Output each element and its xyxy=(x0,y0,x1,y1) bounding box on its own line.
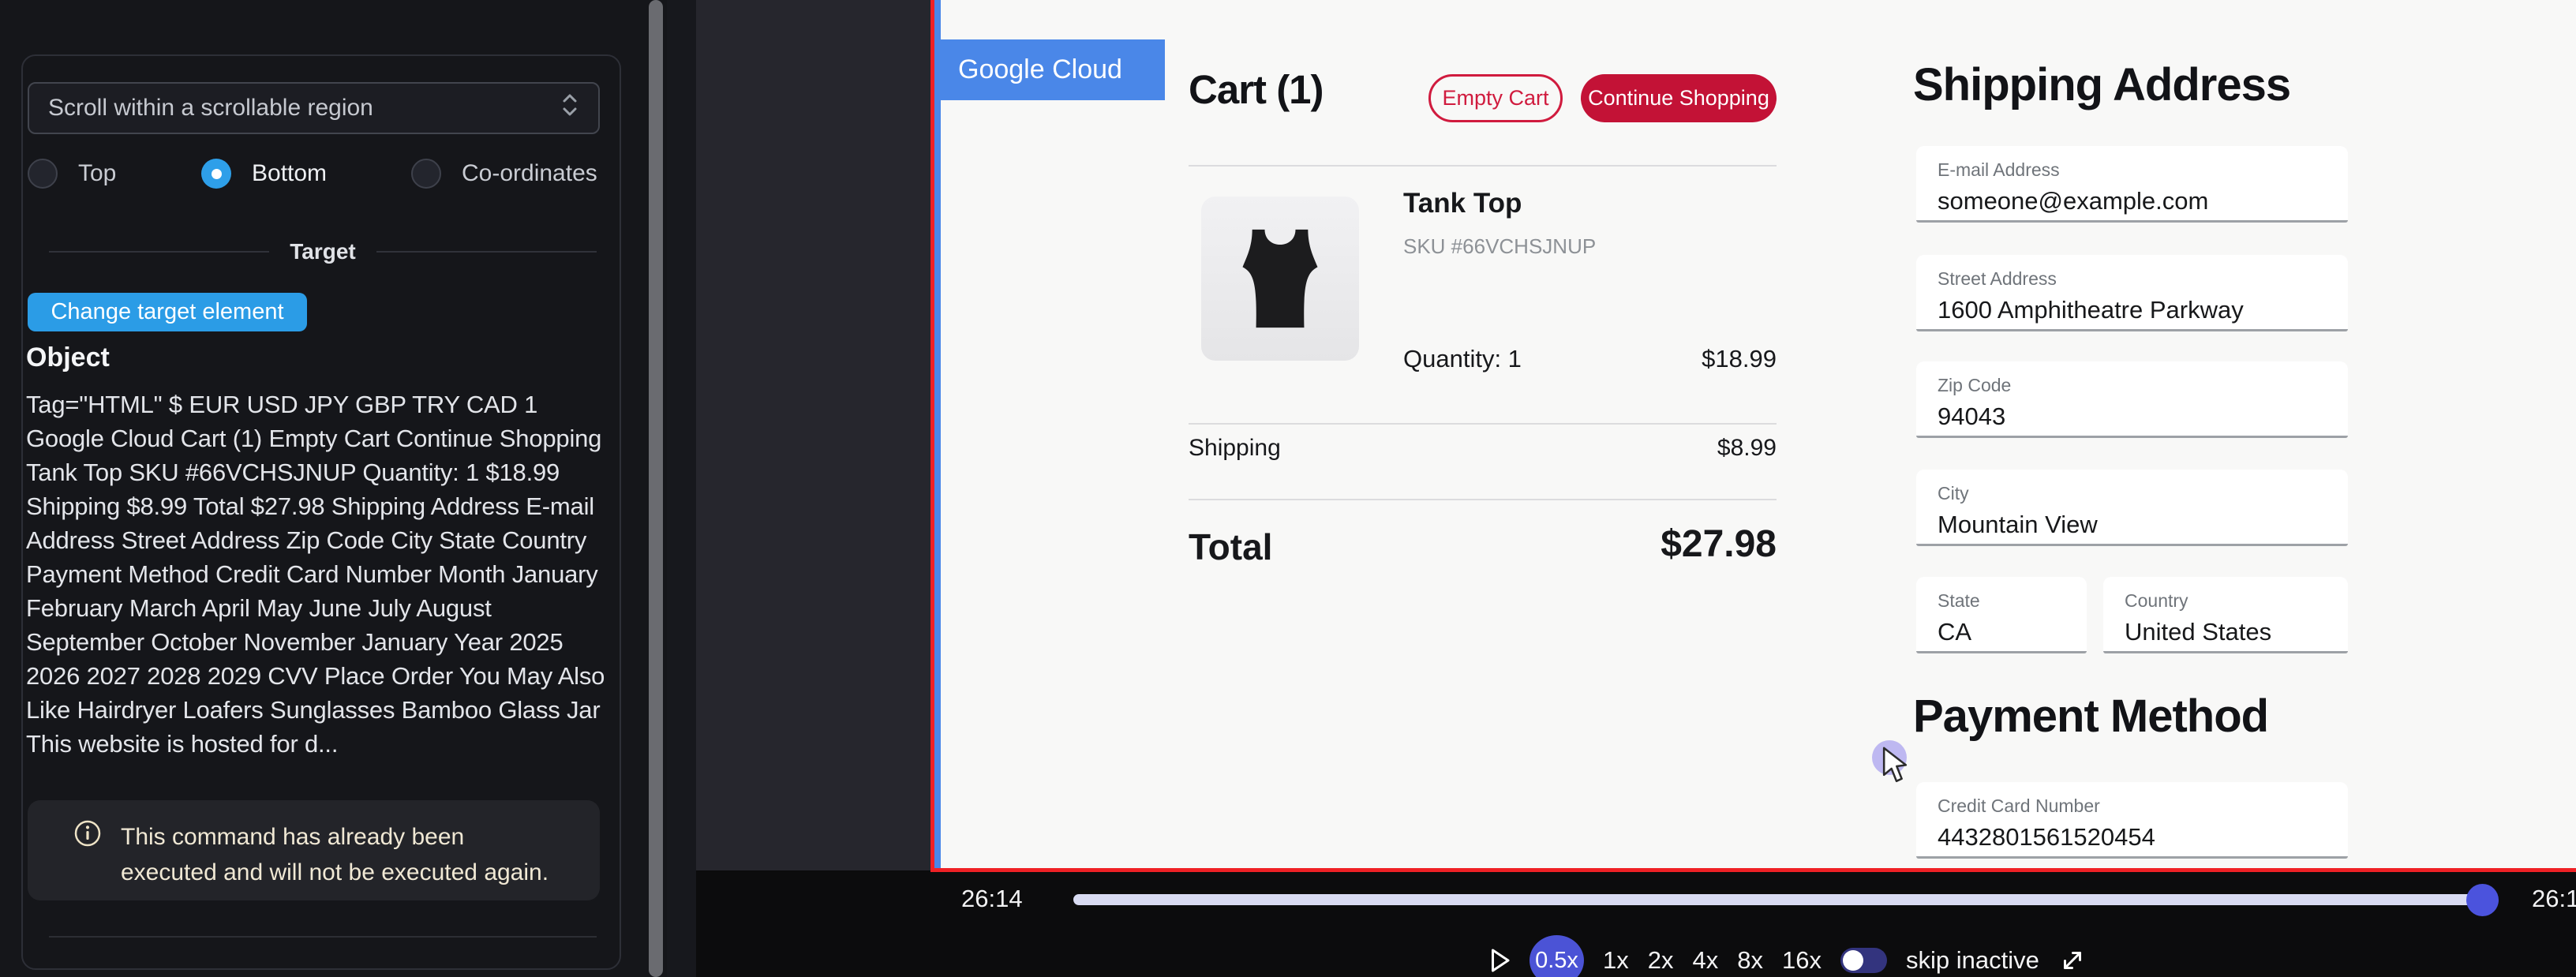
divider-line xyxy=(376,251,597,253)
speed-4x-button[interactable]: 4x xyxy=(1693,946,1719,975)
object-heading: Object xyxy=(26,343,110,373)
divider-line xyxy=(49,251,269,253)
credit-card-field-label: Credit Card Number xyxy=(1938,795,2334,817)
country-field[interactable]: Country United States xyxy=(2103,577,2348,653)
current-time: 26:14 xyxy=(961,885,1023,913)
street-address-field[interactable]: Street Address 1600 Amphitheatre Parkway xyxy=(1916,255,2348,331)
cart-divider xyxy=(1189,499,1777,500)
action-select-value: Scroll within a scrollable region xyxy=(48,95,560,122)
action-select[interactable]: Scroll within a scrollable region xyxy=(28,82,600,134)
tool-sidebar: Scroll within a scrollable region Top Bo… xyxy=(0,0,667,977)
info-icon xyxy=(73,819,102,900)
select-updown-icon xyxy=(560,90,579,126)
cart-item-quantity: Quantity: 1 xyxy=(1403,345,1522,373)
seek-bar[interactable] xyxy=(1073,894,2482,905)
site-accent-bar xyxy=(934,0,941,868)
cart-item-sku: SKU #66VCHSJNUP xyxy=(1403,234,1596,259)
radio-top[interactable] xyxy=(28,159,58,189)
shop-webpage: Cart (1) Empty Cart Continue Shopping Ta… xyxy=(941,0,2576,868)
credit-card-field-value: 4432801561520454 xyxy=(1938,823,2334,852)
state-field-label: State xyxy=(1938,590,2072,612)
speed-16x-button[interactable]: 16x xyxy=(1782,946,1822,975)
radio-coordinates-label: Co-ordinates xyxy=(462,160,597,187)
city-field[interactable]: City Mountain View xyxy=(1916,470,2348,546)
radio-coordinates[interactable] xyxy=(411,159,441,189)
zip-code-field[interactable]: Zip Code 94043 xyxy=(1916,361,2348,438)
state-field[interactable]: State CA xyxy=(1916,577,2087,653)
street-field-value: 1600 Amphitheatre Parkway xyxy=(1938,296,2334,324)
email-field-value: someone@example.com xyxy=(1938,187,2334,215)
radio-top-label: Top xyxy=(78,160,116,187)
mouse-cursor-icon xyxy=(1881,747,1911,784)
sidebar-scrollbar[interactable] xyxy=(649,0,663,977)
speed-2x-button[interactable]: 2x xyxy=(1648,946,1674,975)
cart-divider xyxy=(1189,165,1777,167)
country-field-label: Country xyxy=(2125,590,2334,612)
total-value: $27.98 xyxy=(1661,522,1777,566)
object-description: Tag="HTML" $ EUR USD JPY GBP TRY CAD 1 G… xyxy=(26,387,607,761)
radio-option-coordinates: Co-ordinates xyxy=(411,159,597,189)
skip-inactive-label: skip inactive xyxy=(1906,946,2039,975)
target-section-label: Target xyxy=(290,239,356,264)
city-field-value: Mountain View xyxy=(1938,511,2334,539)
speed-8x-button[interactable]: 8x xyxy=(1737,946,1763,975)
info-message: This command has already been executed a… xyxy=(121,819,563,900)
total-label: Total xyxy=(1189,526,1272,568)
cart-item-price: $18.99 xyxy=(1702,345,1777,373)
play-button[interactable] xyxy=(1490,948,1511,973)
info-banner: This command has already been executed a… xyxy=(28,800,600,900)
sidebar-divider xyxy=(49,936,597,938)
total-time: 26:15 xyxy=(2532,885,2576,913)
city-field-label: City xyxy=(1938,483,2334,504)
stage-background xyxy=(696,0,930,870)
state-field-value: CA xyxy=(1938,618,2072,646)
zip-field-value: 94043 xyxy=(1938,402,2334,431)
radio-bottom[interactable] xyxy=(201,159,231,189)
stage-gutter xyxy=(667,0,696,977)
cart-item-name: Tank Top xyxy=(1403,188,1522,219)
product-image-tank-top xyxy=(1201,197,1359,361)
empty-cart-button[interactable]: Empty Cart xyxy=(1428,74,1563,122)
radio-option-bottom: Bottom xyxy=(201,159,327,189)
continue-shopping-button[interactable]: Continue Shopping xyxy=(1581,74,1777,122)
brand-logo[interactable]: Google Cloud xyxy=(934,39,1165,100)
element-highlight-left-edge xyxy=(930,0,934,872)
seek-thumb[interactable] xyxy=(2466,884,2499,916)
target-section-divider: Target xyxy=(49,239,597,264)
radio-bottom-label: Bottom xyxy=(252,160,327,187)
shipping-cost-value: $8.99 xyxy=(1717,435,1777,462)
playback-controls: 0.5x 1x 2x 4x 8x 16x skip inactive xyxy=(1490,935,2087,977)
tank-top-illustration xyxy=(1232,226,1328,331)
fullscreen-icon[interactable] xyxy=(2058,946,2087,975)
change-target-button[interactable]: Change target element xyxy=(28,293,307,331)
payment-method-heading: Payment Method xyxy=(1913,690,2268,743)
speed-1x-button[interactable]: 1x xyxy=(1603,946,1629,975)
toggle-knob xyxy=(1843,950,1863,971)
speed-0.5x-button[interactable]: 0.5x xyxy=(1530,935,1584,977)
zip-field-label: Zip Code xyxy=(1938,375,2334,396)
street-field-label: Street Address xyxy=(1938,268,2334,290)
email-field-label: E-mail Address xyxy=(1938,159,2334,181)
cart-divider xyxy=(1189,423,1777,425)
shipping-cost-label: Shipping xyxy=(1189,435,1281,462)
radio-option-top: Top xyxy=(28,159,116,189)
country-field-value: United States xyxy=(2125,618,2334,646)
credit-card-number-field[interactable]: Credit Card Number 4432801561520454 xyxy=(1916,782,2348,859)
shipping-address-heading: Shipping Address xyxy=(1913,58,2290,111)
app-root: Scroll within a scrollable region Top Bo… xyxy=(0,0,2576,977)
skip-inactive-toggle[interactable] xyxy=(1840,948,1887,973)
cart-title: Cart (1) xyxy=(1189,66,1324,113)
email-field[interactable]: E-mail Address someone@example.com xyxy=(1916,146,2348,223)
